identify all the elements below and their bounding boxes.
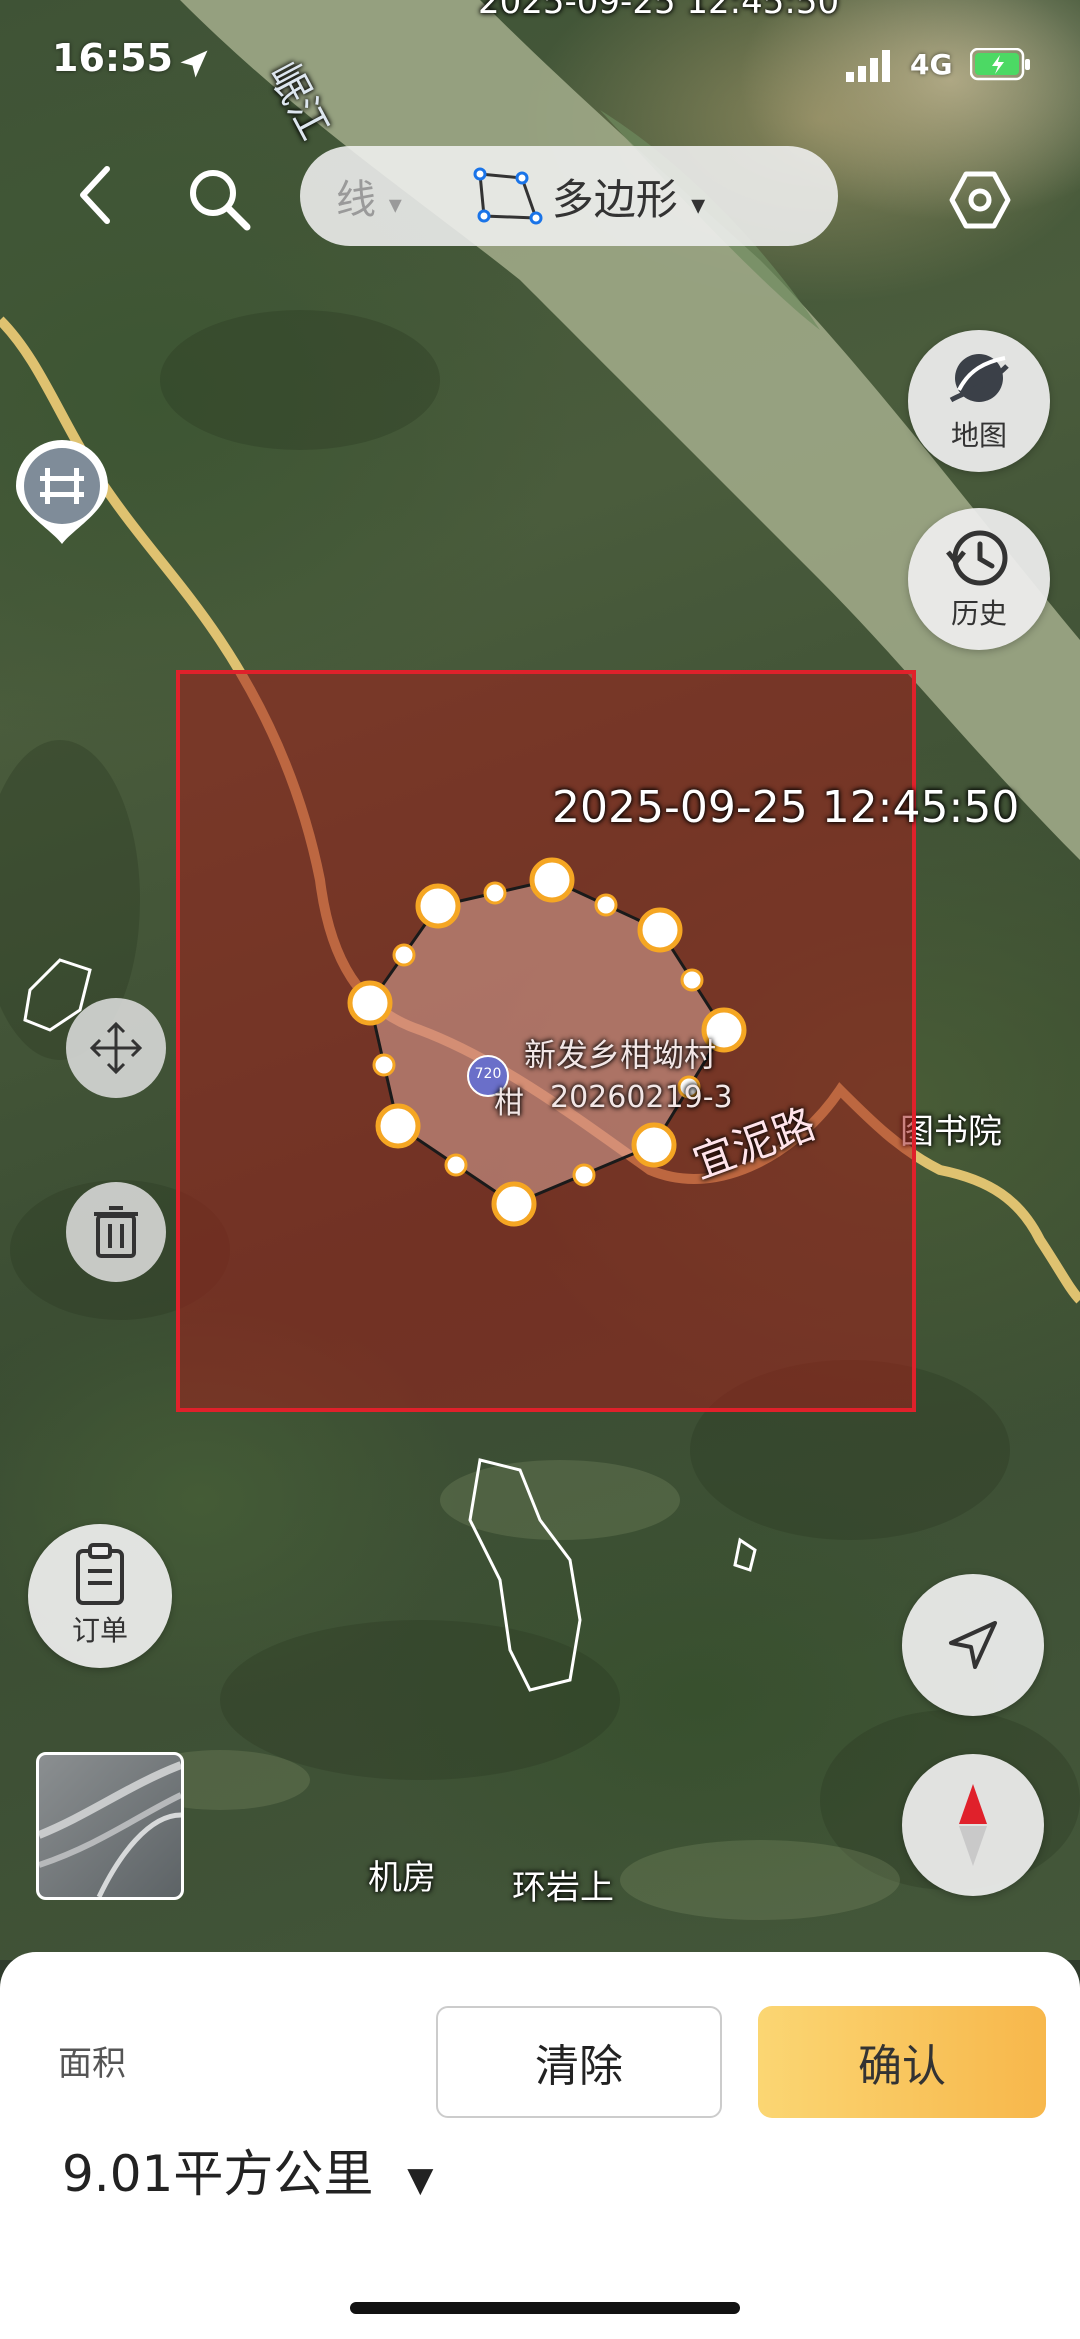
- order-button[interactable]: 订单: [28, 1524, 172, 1668]
- chevron-down-icon: ▾: [691, 187, 706, 221]
- compass-button[interactable]: [902, 1754, 1044, 1896]
- clipboard-icon: [76, 1543, 124, 1605]
- mode-line-label: 线: [336, 177, 376, 223]
- village-prefix: 柑: [494, 1086, 524, 1121]
- map-layer-icon: [949, 354, 1009, 403]
- confirm-button[interactable]: 确认: [758, 2006, 1046, 2118]
- history-button[interactable]: 历史: [908, 508, 1050, 650]
- settings-icon: [949, 171, 1011, 229]
- home-indicator[interactable]: [350, 2302, 740, 2314]
- polygon-vertex-handle[interactable]: [529, 857, 575, 903]
- road-thumbnail-icon: [39, 1761, 181, 1897]
- settings-button[interactable]: [940, 160, 1020, 240]
- search-button[interactable]: [180, 160, 260, 240]
- order-label: 订单: [71, 1614, 128, 1647]
- draw-mode-selector[interactable]: 线 ▾ 多边形 ▾: [300, 146, 838, 246]
- navigate-icon: [949, 1621, 997, 1669]
- compass-icon: [959, 1784, 987, 1866]
- area-label: 面积: [58, 2044, 126, 2084]
- polygon-vertex-handle[interactable]: [375, 1103, 421, 1149]
- chevron-down-icon: ▾: [388, 190, 402, 220]
- location-arrow-icon: [180, 50, 208, 78]
- chevron-down-icon: ▼: [407, 2160, 434, 2200]
- polygon-midpoint-handle[interactable]: [392, 943, 416, 967]
- village-code: 20260219-3: [550, 1080, 733, 1115]
- mode-polygon-option[interactable]: 多边形 ▾: [552, 166, 705, 227]
- polygon-vertex-handle[interactable]: [631, 1122, 677, 1168]
- polygon-midpoint-handle[interactable]: [594, 893, 618, 917]
- polygon-midpoint-handle[interactable]: [483, 881, 507, 905]
- delete-button[interactable]: [66, 1182, 166, 1282]
- mode-line-option[interactable]: 线 ▾: [336, 167, 402, 225]
- village-label: 新发乡柑坳村: [524, 1036, 717, 1074]
- area-value: 9.01平方公里: [62, 2145, 374, 2203]
- polygon-midpoint-handle[interactable]: [372, 1053, 396, 1077]
- search-icon: [190, 170, 251, 231]
- clear-button[interactable]: 清除: [436, 2006, 722, 2118]
- polygon-midpoint-handle[interactable]: [444, 1153, 468, 1177]
- polygon-midpoint-handle[interactable]: [680, 968, 704, 992]
- locate-button[interactable]: [902, 1574, 1044, 1716]
- polygon-midpoint-handle[interactable]: [572, 1163, 596, 1187]
- signal-icon: [846, 50, 890, 82]
- base-map-thumbnail[interactable]: [36, 1752, 184, 1900]
- status-time: 16:55: [52, 36, 173, 80]
- network-type: 4G: [910, 48, 953, 81]
- history-label: 历史: [950, 597, 1007, 630]
- map-layer-button[interactable]: 地图: [908, 330, 1050, 472]
- history-icon: [946, 530, 1008, 586]
- map-layer-label: 地图: [950, 419, 1007, 452]
- back-icon: [80, 166, 110, 224]
- move-button[interactable]: [66, 998, 166, 1098]
- polygon-vertex-handle[interactable]: [637, 907, 683, 953]
- polygon-vertex-handle[interactable]: [347, 980, 393, 1026]
- battery-icon: [970, 48, 1030, 81]
- area-unit-selector[interactable]: 9.01平方公里 ▼: [62, 2134, 433, 2206]
- polygon-vertex-handle[interactable]: [491, 1181, 537, 1227]
- trash-icon: [94, 1206, 138, 1258]
- polygon-vertex-handle[interactable]: [415, 883, 461, 929]
- back-button[interactable]: [60, 160, 130, 230]
- move-icon: [89, 1021, 143, 1075]
- polygon-icon: [473, 167, 543, 225]
- mode-polygon-label: 多边形: [551, 174, 678, 224]
